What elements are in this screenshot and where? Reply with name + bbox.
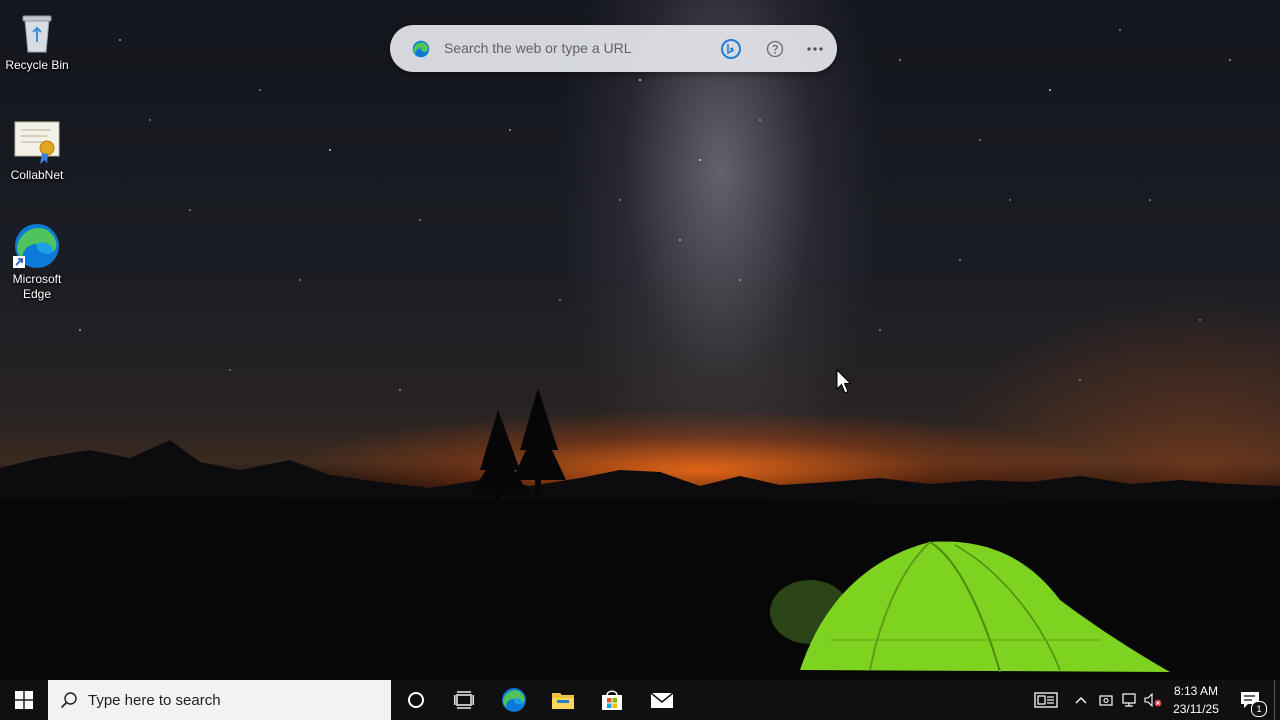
cortana-circle-icon — [408, 692, 424, 708]
desktop-icon-microsoft-edge[interactable]: Microsoft Edge — [0, 222, 74, 302]
volume-button[interactable] — [1142, 680, 1164, 720]
start-button[interactable] — [0, 680, 48, 720]
edge-search-bar[interactable]: Search the web or type a URL — [390, 25, 837, 72]
mouse-cursor-icon — [836, 368, 852, 400]
desktop-icon-label: CollabNet — [10, 168, 64, 182]
mail-icon — [650, 692, 674, 708]
news-icon — [1034, 692, 1058, 708]
clock-time: 8:13 AM — [1173, 684, 1219, 698]
desktop-icon-collabnet[interactable]: CollabNet — [0, 118, 74, 183]
microsoft-edge-icon — [502, 688, 526, 712]
desktop-wallpaper — [0, 0, 1280, 680]
certificate-icon — [13, 118, 61, 166]
network-button[interactable] — [1119, 680, 1141, 720]
cortana-button[interactable] — [392, 680, 440, 720]
volume-muted-icon — [1144, 693, 1162, 707]
task-view-button[interactable] — [440, 680, 488, 720]
chevron-up-icon — [1075, 697, 1087, 704]
edge-logo-icon — [412, 40, 430, 58]
desktop-icon-label: Recycle Bin — [5, 58, 69, 72]
news-widget-button[interactable] — [1030, 680, 1062, 720]
desktop-icon-recycle-bin[interactable]: Recycle Bin — [0, 8, 74, 73]
taskbar-file-explorer-button[interactable] — [539, 680, 587, 720]
help-icon[interactable] — [763, 37, 787, 61]
taskbar-clock[interactable]: 8:13 AM 23/11/25 — [1165, 682, 1227, 718]
desktop-icon-label: Microsoft Edge — [12, 272, 62, 301]
network-icon — [1122, 693, 1136, 707]
taskbar-search-box[interactable]: Type here to search — [48, 680, 391, 720]
folder-icon — [552, 693, 574, 709]
show-hidden-icons-button[interactable] — [1070, 680, 1092, 720]
bing-chat-icon[interactable] — [719, 37, 743, 61]
meet-now-button[interactable] — [1095, 680, 1117, 720]
show-desktop-button[interactable] — [1274, 680, 1280, 720]
more-options-icon[interactable] — [803, 37, 827, 61]
clock-date: 23/11/25 — [1173, 702, 1219, 716]
microsoft-edge-icon — [13, 222, 61, 270]
taskbar-search-placeholder[interactable]: Type here to search — [88, 692, 221, 709]
notification-count-badge: 1 — [1251, 701, 1267, 717]
microsoft-store-icon — [602, 690, 622, 710]
taskbar-edge-button[interactable] — [490, 680, 538, 720]
video-camera-icon — [1099, 695, 1113, 706]
taskbar-store-button[interactable] — [588, 680, 636, 720]
windows-logo-icon — [15, 691, 33, 709]
taskbar-mail-button[interactable] — [638, 680, 686, 720]
search-input-placeholder[interactable]: Search the web or type a URL — [444, 40, 632, 56]
task-view-icon — [454, 691, 474, 709]
recycle-bin-icon — [13, 8, 61, 56]
action-center-button[interactable]: 1 — [1232, 680, 1268, 720]
taskbar: Type here to search 8:13 AM 23/11/25 1 — [0, 680, 1280, 720]
search-icon — [60, 692, 77, 709]
